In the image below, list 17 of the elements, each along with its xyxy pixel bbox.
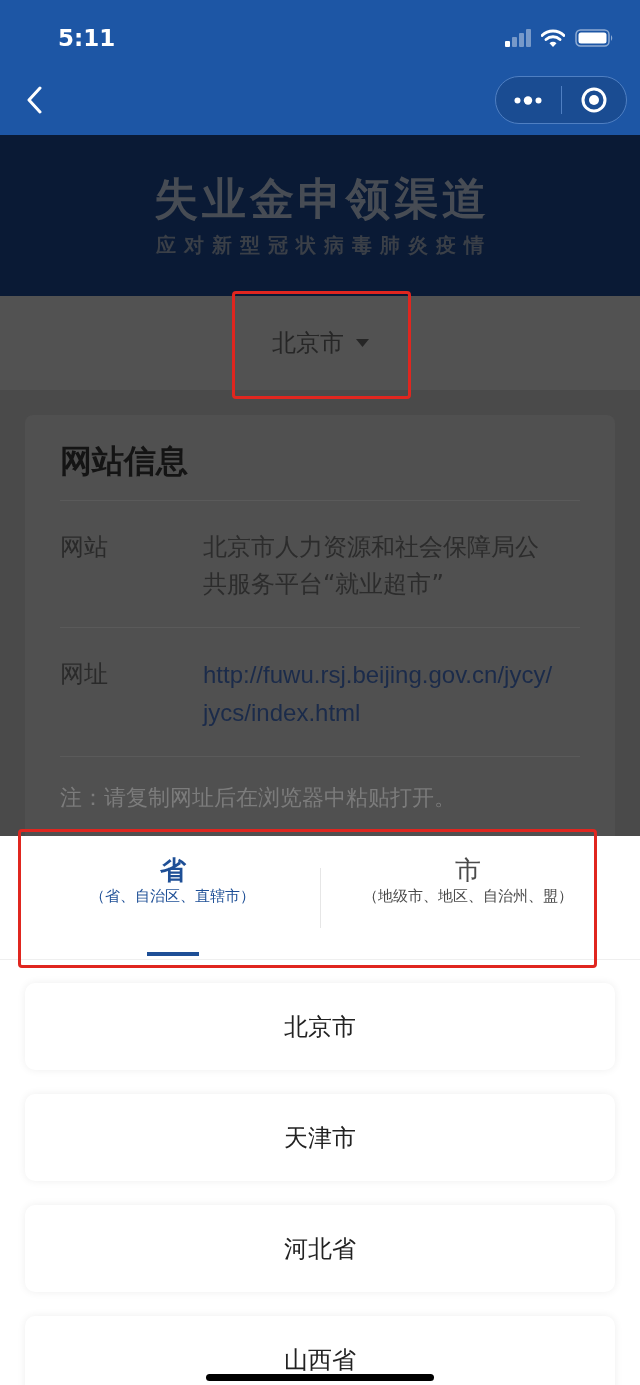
banner-title: 失业金申领渠道 [153, 175, 490, 223]
wifi-icon [541, 29, 565, 47]
status-time: 5:11 [58, 26, 116, 50]
caret-down-icon [355, 339, 369, 347]
battery-icon [575, 29, 614, 47]
target-icon [580, 87, 607, 113]
region-option[interactable]: 河北省 [25, 1205, 615, 1292]
signal-icon [505, 29, 531, 47]
region-option[interactable]: 山西省 [25, 1316, 615, 1385]
more-icon [514, 95, 543, 105]
card-title: 网站信息 [60, 441, 189, 481]
tab-underline [146, 952, 199, 956]
region-option[interactable]: 北京市 [25, 983, 615, 1070]
back-icon [26, 86, 42, 114]
picker-tab[interactable]: 省 （省、自治区、直辖市） [25, 836, 320, 959]
region-option[interactable]: 天津市 [25, 1094, 615, 1181]
picker-tab[interactable]: 市 （地级市、地区、自治州、盟） [321, 836, 615, 959]
